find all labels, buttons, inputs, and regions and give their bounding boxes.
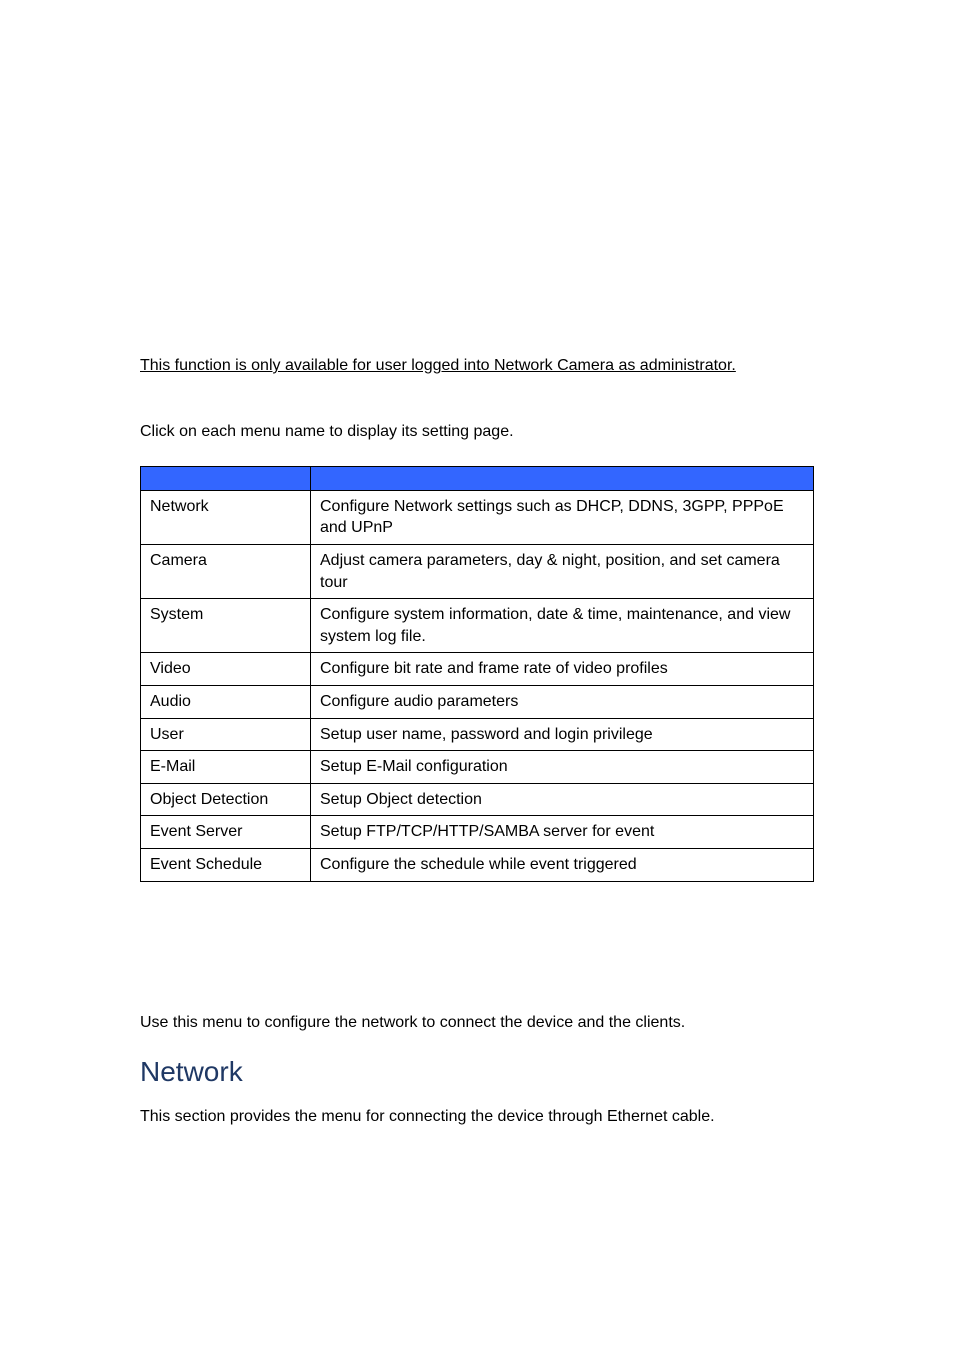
- menu-desc: Setup user name, password and login priv…: [311, 718, 814, 751]
- menu-label: Camera: [141, 544, 311, 598]
- menu-desc: Configure system information, date & tim…: [311, 599, 814, 653]
- menu-table: Network Configure Network settings such …: [140, 466, 814, 882]
- menu-desc: Configure bit rate and frame rate of vid…: [311, 653, 814, 686]
- menu-desc: Setup E-Mail configuration: [311, 751, 814, 784]
- menu-desc: Setup FTP/TCP/HTTP/SAMBA server for even…: [311, 816, 814, 849]
- network-heading: Network: [140, 1056, 814, 1088]
- table-row: Object Detection Setup Object detection: [141, 783, 814, 816]
- table-row: User Setup user name, password and login…: [141, 718, 814, 751]
- menu-label: Network: [141, 490, 311, 544]
- menu-desc: Configure audio parameters: [311, 685, 814, 718]
- instruction-text: Click on each menu name to display its s…: [140, 421, 814, 443]
- menu-label: User: [141, 718, 311, 751]
- table-row: Event Schedule Configure the schedule wh…: [141, 848, 814, 881]
- table-header-right: [311, 466, 814, 490]
- table-header-row: [141, 466, 814, 490]
- menu-label: Object Detection: [141, 783, 311, 816]
- table-row: Event Server Setup FTP/TCP/HTTP/SAMBA se…: [141, 816, 814, 849]
- table-row: Video Configure bit rate and frame rate …: [141, 653, 814, 686]
- menu-label: System: [141, 599, 311, 653]
- network-intro: Use this menu to configure the network t…: [140, 1012, 814, 1034]
- table-row: Camera Adjust camera parameters, day & n…: [141, 544, 814, 598]
- table-row: System Configure system information, dat…: [141, 599, 814, 653]
- menu-label: Video: [141, 653, 311, 686]
- table-row: Network Configure Network settings such …: [141, 490, 814, 544]
- table-header-left: [141, 466, 311, 490]
- menu-label: Event Schedule: [141, 848, 311, 881]
- menu-desc: Configure Network settings such as DHCP,…: [311, 490, 814, 544]
- menu-label: Event Server: [141, 816, 311, 849]
- network-desc: This section provides the menu for conne…: [140, 1106, 814, 1128]
- menu-label: Audio: [141, 685, 311, 718]
- document-page: This function is only available for user…: [0, 0, 954, 1350]
- menu-desc: Setup Object detection: [311, 783, 814, 816]
- admin-note: This function is only available for user…: [140, 355, 814, 377]
- menu-label: E-Mail: [141, 751, 311, 784]
- table-row: Audio Configure audio parameters: [141, 685, 814, 718]
- menu-desc: Configure the schedule while event trigg…: [311, 848, 814, 881]
- menu-desc: Adjust camera parameters, day & night, p…: [311, 544, 814, 598]
- table-row: E-Mail Setup E-Mail configuration: [141, 751, 814, 784]
